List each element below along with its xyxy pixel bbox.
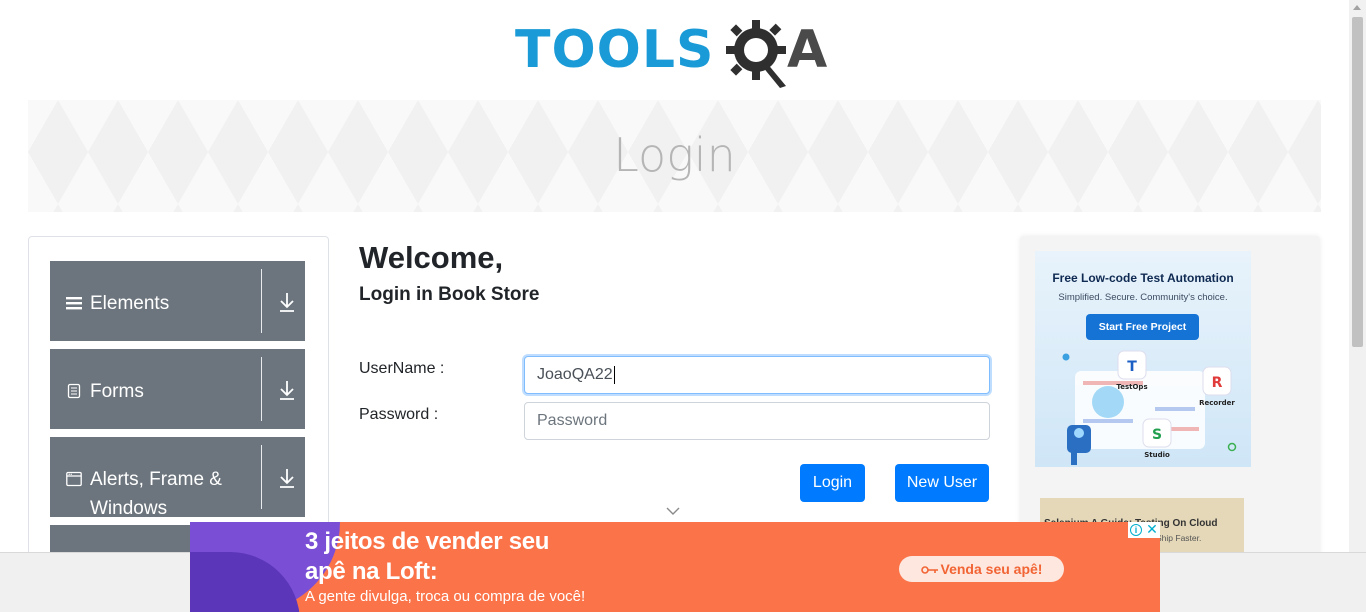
node-label-testops: TestOps: [1116, 383, 1147, 391]
menu-group-alerts[interactable]: Alerts, Frame & Windows: [50, 437, 305, 519]
new-user-button[interactable]: New User: [895, 464, 989, 502]
menu-group-forms[interactable]: Forms: [50, 349, 305, 429]
close-icon[interactable]: ✕: [1145, 522, 1159, 536]
download-arrow-icon[interactable]: [278, 379, 296, 401]
menu-group-label: Alerts, Frame & Windows: [90, 469, 222, 519]
svg-text:S: S: [1152, 427, 1162, 443]
ad-headline-line1: 3 jeitos de vender seu: [305, 528, 550, 555]
svg-text:T: T: [1127, 359, 1137, 375]
text-caret: [613, 365, 615, 384]
ad-tagline: A gente divulga, troca ou compra de você…: [305, 588, 586, 605]
menu-group-elements[interactable]: Elements: [50, 261, 305, 341]
menu-group-label: Elements: [90, 293, 170, 314]
vertical-scrollbar[interactable]: [1349, 0, 1366, 552]
login-subtitle: Login in Book Store: [359, 284, 540, 305]
page-title: Login: [613, 128, 736, 182]
bottom-advertisement[interactable]: 3 jeitos de vender seu apê na Loft: A ge…: [190, 522, 1160, 612]
divider: [261, 269, 262, 333]
ad-choices[interactable]: i ✕: [1128, 522, 1160, 538]
download-arrow-icon[interactable]: [278, 467, 296, 489]
logo-text: TOOLS: [515, 20, 715, 80]
password-input[interactable]: Password: [524, 402, 990, 440]
logo-letter: A: [787, 20, 828, 80]
ad-card-testops[interactable]: Free Low-code Test Automation Simplified…: [1035, 251, 1251, 467]
window-icon: [66, 471, 82, 487]
ad-subtitle: Simplified. Secure. Community's choice.: [1058, 292, 1228, 303]
menu-group-label: Forms: [90, 381, 144, 402]
username-value: JoaoQA22: [537, 366, 613, 383]
scroll-thumb[interactable]: [1352, 17, 1363, 347]
document-icon: [67, 383, 81, 399]
ad-info-icon[interactable]: i: [1130, 524, 1142, 536]
scroll-up-arrow-icon[interactable]: [1353, 5, 1361, 10]
welcome-heading: Welcome,: [359, 240, 504, 275]
ad-illustration: T TestOps R Recorder S Studio: [1062, 350, 1237, 465]
username-input[interactable]: JoaoQA22: [524, 356, 990, 394]
sidebar-advertisement[interactable]: Free Low-code Test Automation Simplified…: [1020, 236, 1320, 566]
left-menu-panel: Elements Forms Alerts, Frame & Windows: [28, 236, 329, 566]
hamburger-icon: [66, 297, 82, 310]
ad-title: Free Low-code Test Automation: [1052, 271, 1234, 285]
password-label: Password :: [359, 406, 439, 423]
divider: [261, 357, 262, 421]
chevron-down-icon[interactable]: [666, 506, 680, 516]
download-arrow-icon[interactable]: [278, 291, 296, 313]
node-label-recorder: Recorder: [1199, 399, 1235, 407]
page-banner: Login: [28, 100, 1321, 212]
divider: [261, 445, 262, 509]
node-label-studio: Studio: [1144, 451, 1170, 459]
username-label: UserName :: [359, 360, 445, 377]
login-button[interactable]: Login: [800, 464, 865, 502]
page: TOOLS A Login Elements Forms Alerts, Fra…: [0, 0, 1366, 612]
start-free-project-button[interactable]: Start Free Project: [1086, 314, 1199, 340]
ad-card2-subtitle: Ship Faster.: [1156, 533, 1202, 543]
ad-cta-label: Venda seu apê!: [940, 561, 1043, 577]
svg-text:R: R: [1212, 375, 1223, 391]
ad-cta-button[interactable]: Venda seu apê!: [899, 556, 1064, 582]
toolsqa-logo[interactable]: TOOLS A: [515, 16, 837, 90]
ad-headline-line2: apê na Loft:: [305, 558, 438, 585]
password-placeholder: Password: [537, 412, 608, 429]
key-icon: [920, 566, 938, 575]
gear-magnifier-icon: [726, 20, 786, 88]
